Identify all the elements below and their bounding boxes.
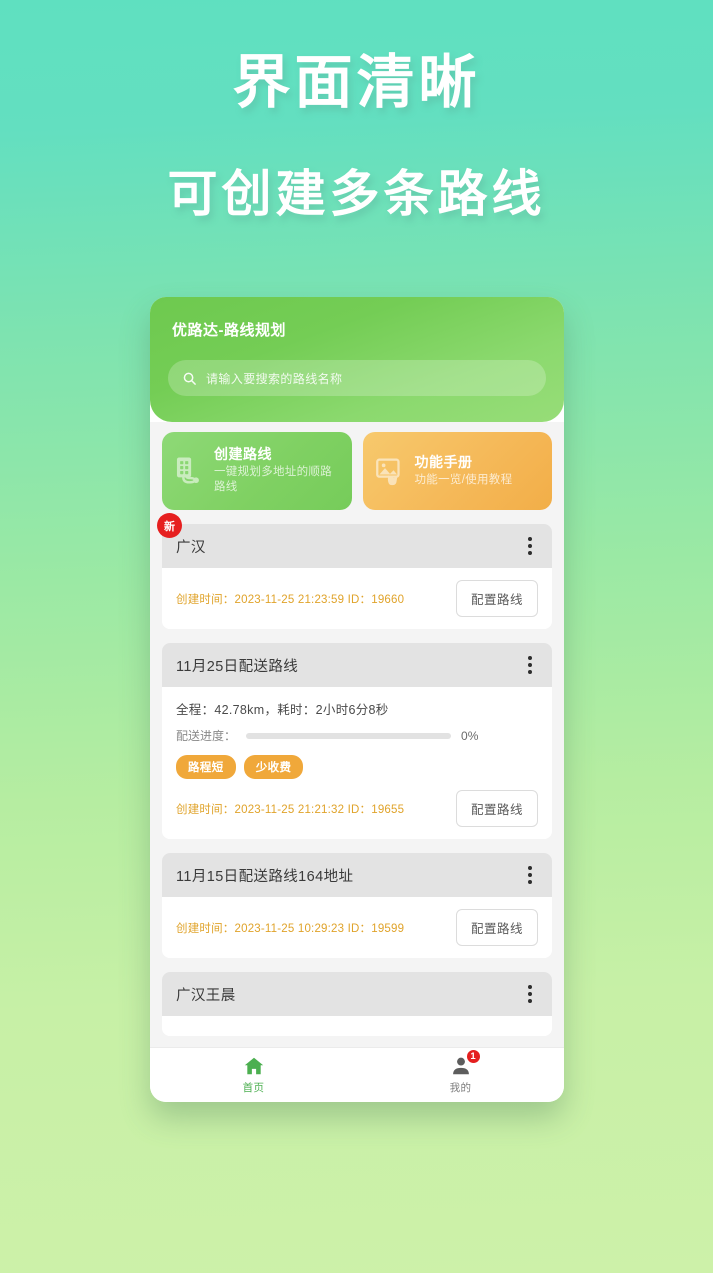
route-meta-text: 创建时间：2023-11-25 21:21:32 ID：19655: [176, 803, 405, 816]
route-tag: 少收费: [243, 755, 304, 779]
route-meta-row: 创建时间：2023-11-25 21:21:32 ID：19655 配置路线: [176, 790, 538, 827]
route-name: 11月25日配送路线: [176, 658, 299, 675]
route-card[interactable]: 广汉王晨: [162, 972, 552, 1036]
route-card-header[interactable]: 广汉王晨: [162, 972, 552, 1016]
route-name: 广汉: [176, 539, 206, 556]
user-icon-wrap: 1: [450, 1049, 481, 1077]
configure-route-button[interactable]: 配置路线: [455, 909, 538, 946]
promo-line-1: 界面清晰: [232, 50, 481, 115]
quick-actions-row: 创建路线 一键规划多地址的顺路路线 功能手册 功能一览/使用教程: [162, 432, 552, 510]
route-tag: 路程短: [176, 755, 236, 779]
route-tags: 路程短 少收费: [176, 755, 538, 779]
home-icon-wrap: [243, 1055, 265, 1077]
route-meta-row: 创建时间：2023-11-25 10:29:23 ID：19599 配置路线: [176, 909, 538, 946]
route-card[interactable]: 11月15日配送路线164地址 创建时间：2023-11-25 10:29:23…: [162, 853, 552, 958]
progress-bar: [246, 732, 452, 739]
configure-route-button[interactable]: 配置路线: [455, 790, 538, 827]
app-content: 创建路线 一键规划多地址的顺路路线 功能手册 功能一览/使用教程 新 广汉 创建…: [150, 422, 564, 1047]
search-icon: [183, 372, 196, 385]
search-placeholder: 请输入要搜索的路线名称: [206, 371, 343, 386]
app-header: 优路达-路线规划 请输入要搜索的路线名称: [150, 297, 564, 422]
more-vertical-icon[interactable]: [528, 985, 532, 1003]
create-route-card[interactable]: 创建路线 一键规划多地址的顺路路线: [162, 432, 352, 510]
progress-percent: 0%: [461, 728, 479, 743]
nav-item-profile[interactable]: 1 我的: [357, 1048, 564, 1102]
route-card-header[interactable]: 11月25日配送路线: [162, 643, 552, 687]
manual-card[interactable]: 功能手册 功能一览/使用教程: [362, 432, 552, 510]
more-vertical-icon[interactable]: [528, 866, 532, 884]
route-name: 广汉王晨: [176, 987, 236, 1004]
home-icon: [244, 1057, 263, 1075]
bottom-navigation: 首页 1 我的: [150, 1047, 564, 1102]
route-card-body: 全程：42.78km，耗时：2小时6分8秒 配送进度： 0% 路程短 少收费 创…: [162, 687, 552, 839]
manual-title: 功能手册: [414, 453, 473, 470]
route-card-body: [162, 1016, 552, 1036]
promo-line-2: 可创建多条路线: [167, 165, 546, 222]
manual-subtitle: 功能一览/使用教程: [414, 473, 513, 486]
create-route-subtitle: 一键规划多地址的顺路路线: [214, 465, 332, 494]
route-stats: 全程：42.78km，耗时：2小时6分8秒: [176, 703, 389, 717]
progress-label: 配送进度：: [176, 729, 237, 743]
configure-route-button[interactable]: 配置路线: [455, 580, 538, 617]
nav-label-home: 首页: [242, 1082, 265, 1094]
route-card-body: 创建时间：2023-11-25 21:23:59 ID：19660 配置路线: [162, 568, 552, 629]
nav-label-profile: 我的: [449, 1082, 472, 1094]
route-building-icon: [176, 457, 199, 484]
create-route-text: 创建路线 一键规划多地址的顺路路线: [214, 446, 342, 496]
phone-mockup: 优路达-路线规划 请输入要搜索的路线名称 创建路线 一键规划多地址的顺路路线 功…: [150, 297, 564, 1102]
route-name: 11月15日配送路线164地址: [176, 868, 354, 885]
search-input[interactable]: 请输入要搜索的路线名称: [168, 360, 546, 396]
route-card-body: 创建时间：2023-11-25 10:29:23 ID：19599 配置路线: [162, 897, 552, 958]
route-card[interactable]: 新 广汉 创建时间：2023-11-25 21:23:59 ID：19660 配…: [157, 513, 552, 629]
profile-badge: 1: [465, 1049, 481, 1064]
manual-text: 功能手册 功能一览/使用教程: [415, 454, 513, 488]
promo-headline: 界面清晰 可创建多条路线: [0, 50, 713, 222]
delivery-progress: 配送进度： 0%: [176, 727, 538, 744]
route-card-header[interactable]: 11月15日配送路线164地址: [162, 853, 552, 897]
more-vertical-icon[interactable]: [528, 656, 532, 674]
manual-image-icon: [375, 458, 400, 486]
create-route-title: 创建路线: [214, 446, 272, 463]
route-meta-text: 创建时间：2023-11-25 21:23:59 ID：19660: [176, 593, 405, 606]
more-vertical-icon[interactable]: [528, 537, 532, 555]
app-title: 优路达-路线规划: [172, 322, 286, 339]
nav-item-home[interactable]: 首页: [150, 1048, 357, 1102]
route-card[interactable]: 11月25日配送路线 全程：42.78km，耗时：2小时6分8秒 配送进度： 0…: [162, 643, 552, 839]
route-meta-text: 创建时间：2023-11-25 10:29:23 ID：19599: [176, 922, 405, 935]
new-badge: 新: [157, 513, 182, 538]
route-card-header[interactable]: 广汉: [162, 524, 552, 568]
route-meta-row: 创建时间：2023-11-25 21:23:59 ID：19660 配置路线: [176, 580, 538, 617]
